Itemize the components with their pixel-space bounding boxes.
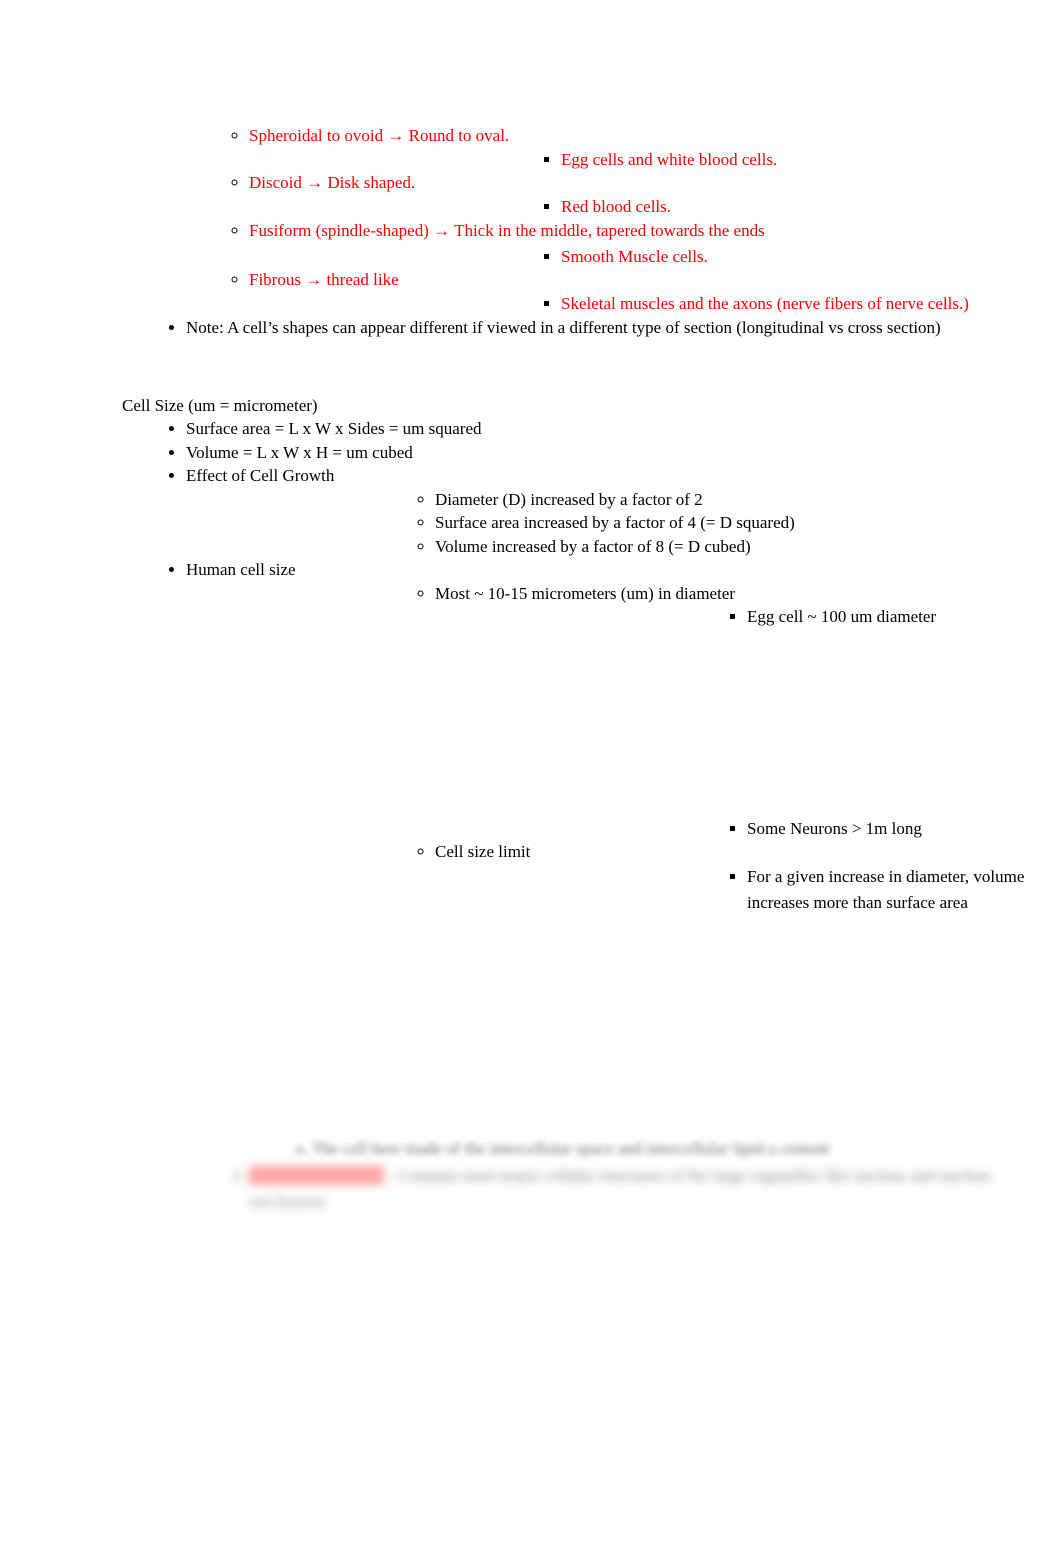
fade-block-item2: Cytoplasm Cytosol - Contains most major … [0, 1163, 1062, 1216]
cell-size-heading: Cell Size (um = micrometer) [122, 395, 318, 415]
human-cell-most-text: Most ~ 10-15 micrometers (um) in diamete… [435, 583, 736, 603]
growth-diameter-text: Diameter (D) increased by a factor of 2 [435, 489, 703, 509]
list-item: Surface area increased by a factor of 4 … [435, 511, 1062, 535]
egg-cell-text: Egg cell ~ 100 um diameter [747, 607, 937, 626]
shape-spheroidal-examples: Egg cells and white blood cells. [249, 148, 1062, 172]
shape-spheroidal-text: Spheroidal to ovoid → Round to oval. [249, 126, 510, 145]
list-item: Some Neurons > 1m long [747, 817, 1062, 841]
growth-surface-area-text: Surface area increased by a factor of 4 … [435, 513, 795, 532]
plasma-sub-e-text: The cell here made of the intercellular … [312, 1139, 830, 1158]
shape-fibrous-text: Fibrous → thread like [249, 270, 399, 289]
shape-spheroidal-example-text: Egg cells and white blood cells. [561, 149, 778, 169]
components-numbered-list-continued: Cytoplasm Cytosol - Contains most major … [0, 1163, 1062, 1216]
list-item: Red blood cells. [561, 195, 1062, 219]
list-item: Egg cell ~ 100 um diameter Can see with … [747, 605, 1062, 817]
fade-block-e: The cell here made of the intercellular … [0, 1136, 1062, 1163]
shape-discoid-example-text: Red blood cells. [561, 196, 672, 216]
list-item: Fusiform (spindle-shaped) → Thick in the… [249, 218, 1062, 268]
cell-size-limit-statement: For a given increase in diameter, volume… [747, 866, 1025, 913]
shape-fusiform-examples: Smooth Muscle cells. [249, 245, 1062, 269]
effect-of-cell-growth-label: Effect of Cell Growth [186, 466, 335, 485]
list-item: Volume increased by a factor of 8 (= D c… [435, 535, 1062, 559]
cell-size-limit-label: Cell size limit [435, 842, 531, 861]
list-item: Egg cells and white blood cells. [561, 148, 1062, 172]
neurons-text: Some Neurons > 1m long [747, 818, 922, 838]
cell-shapes-note-text: Note: A cell’s shapes can appear differe… [186, 318, 941, 337]
human-cell-size-label: Human cell size [186, 560, 296, 579]
human-cell-size-list: Most ~ 10-15 micrometers (um) in diamete… [186, 582, 1062, 1561]
shape-fibrous-example-text: Skeletal muscles and the axons (nerve fi… [561, 293, 969, 313]
growth-volume-text: Volume increased by a factor of 8 (= D c… [435, 536, 751, 556]
component-2-term: Cytoplasm Cytosol [249, 1165, 384, 1185]
shape-fusiform-text: Fusiform (spindle-shaped) → Thick in the… [249, 221, 765, 240]
list-item: Human cell size Most ~ 10-15 micrometers… [186, 558, 1062, 1561]
page-fade-region: The cell here made of the intercellular … [0, 1136, 1062, 1246]
shape-fusiform-example-text: Smooth Muscle cells. [561, 246, 708, 266]
list-item: Diameter (D) increased by a factor of 2 [435, 488, 1062, 512]
effect-of-cell-growth-list: Diameter (D) increased by a factor of 2 … [186, 488, 1062, 559]
list-item: Spheroidal to ovoid → Round to oval. Egg… [249, 124, 1062, 171]
list-item: The cell here made of the intercellular … [312, 1136, 1062, 1163]
list-item: Most ~ 10-15 micrometers (um) in diamete… [435, 582, 1062, 841]
plasma-sub-e-list: The cell here made of the intercellular … [0, 1136, 1062, 1163]
shape-discoid-text: Discoid → Disk shaped. [249, 173, 416, 192]
cell-shapes-note-list: Note: A cell’s shapes can appear differe… [0, 315, 1062, 342]
surface-area-formula: Surface area = L x W x Sides = um square… [186, 419, 482, 438]
cell-shapes-list: Spheroidal to ovoid → Round to oval. Egg… [0, 124, 1062, 315]
list-item: Effect of Cell Growth Diameter (D) incre… [186, 464, 1062, 558]
egg-cell-note-list: Can see with a naked eye, most people. [747, 629, 1062, 817]
list-item: Skeletal muscles and the axons (nerve fi… [561, 292, 1062, 316]
shape-fibrous-examples: Skeletal muscles and the axons (nerve fi… [249, 292, 1062, 316]
cell-size-list: Surface area = L x W x Sides = um square… [0, 417, 1062, 1561]
human-cell-examples-list: Egg cell ~ 100 um diameter Can see with … [435, 605, 1062, 840]
list-item: Cytoplasm Cytosol - Contains most major … [249, 1163, 1062, 1216]
document-body: Spheroidal to ovoid → Round to oval. Egg… [0, 0, 1062, 1561]
list-item: Volume = L x W x H = um cubed [186, 441, 1062, 465]
shape-discoid-examples: Red blood cells. [249, 195, 1062, 219]
list-item: Fibrous → thread like Skeletal muscles a… [249, 268, 1062, 315]
document-page: Spheroidal to ovoid → Round to oval. Egg… [0, 0, 1062, 1561]
list-item: Discoid → Disk shaped. Red blood cells. [249, 171, 1062, 218]
volume-formula: Volume = L x W x H = um cubed [186, 442, 413, 462]
list-item: Surface area = L x W x Sides = um square… [186, 417, 1062, 441]
list-item: Note: A cell’s shapes can appear differe… [186, 315, 1062, 342]
list-item: Smooth Muscle cells. [561, 245, 1062, 269]
